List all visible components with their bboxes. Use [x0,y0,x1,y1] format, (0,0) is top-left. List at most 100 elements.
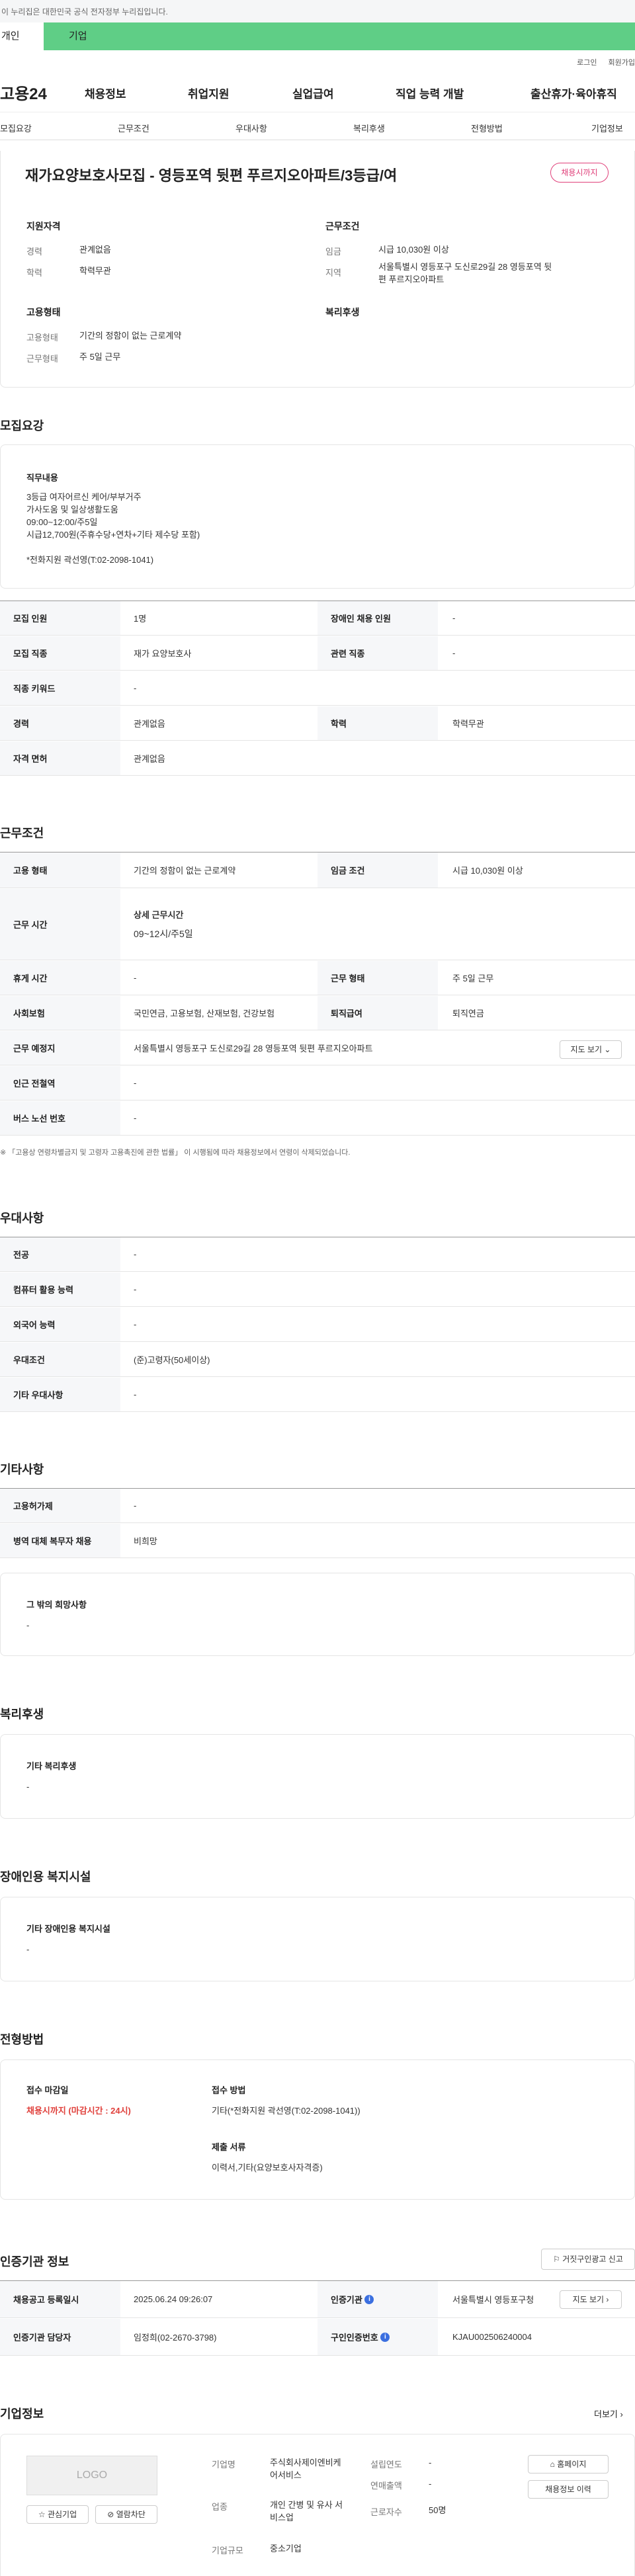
row-header: 휴게 시간 [0,961,120,995]
section-company-title: 기업정보 [0,2407,44,2421]
table-row: 외국어 능력 - [0,1308,635,1342]
staff-value: 50명 [429,2505,446,2515]
section-recruit-title: 모집요강 [0,419,44,433]
job-desc-line: 가사도움 및 일상생활도움 [26,505,118,515]
job-desc-line [26,541,200,554]
row-header: 고용허가제 [0,1489,120,1522]
table-row: 전공 - [0,1237,635,1272]
map-button[interactable]: 지도 보기 ⌄ [560,1040,622,1059]
region-value: 서울특별시 영등포구 도신로29길 28 영등포역 뒷편 푸르지오아파트 [378,262,552,284]
gnb-item-jobs[interactable]: 채용정보 [85,85,126,101]
cond-title: 근무조건 [325,221,360,231]
gnb-item-training[interactable]: 직업 능력 개발 [396,85,464,101]
job-title: 재가요양보호사모집 - 영등포역 뒷편 푸르지오아파트/3등급/여 [25,167,398,184]
table-row: 기타 우대사항 - [0,1378,635,1412]
star-icon: ☆ [38,2510,46,2519]
anchor-selection[interactable]: 전형방법 [471,122,503,134]
row-value: - [452,613,456,623]
row-header: 관련 직종 [318,636,438,670]
gnb-item-leave[interactable]: 출산휴가·육아휴직 [530,85,617,101]
gnb-item-support[interactable]: 취업지원 [188,85,230,101]
home-icon: ⌂ [550,2460,555,2469]
tab-personal[interactable]: 개인 [0,22,44,50]
interest-label: 관심기업 [47,2510,77,2519]
row-value: 비희망 [134,1536,157,1546]
row-value: - [452,648,456,658]
table-row: 사회보험 국민연금, 고용보험, 산재보험, 건강보험 퇴직급여 퇴직연금 [0,996,635,1030]
anchor-tabs: 모집요강 근무조건 우대사항 복리후생 전형방법 기업정보 [0,112,635,140]
signup-link[interactable]: 회원가입 [609,59,635,67]
gnb-item-unemployment[interactable]: 실업급여 [292,85,334,101]
row-header: 모집 인원 [0,601,120,635]
row-value: - [134,1078,137,1088]
section-pref-title: 우대사항 [0,1212,44,1225]
anchor-recruit[interactable]: 모집요강 [0,122,32,134]
industry-value: 개인 간병 및 유사 서비스업 [270,2500,343,2522]
recruit-history-button[interactable]: 채용정보 이력 [528,2480,609,2499]
welfare-card-title: 기타 복리후생 [26,1761,77,1771]
agency-map-button[interactable]: 지도 보기 › [560,2290,622,2309]
tab-company[interactable]: 기업 [69,22,87,50]
info-icon[interactable]: i [364,2294,374,2304]
table-row: 버스 노선 번호 - [0,1101,635,1136]
row-value: - [134,973,137,983]
job-desc-line: 3등급 여자어르신 케어/부부거주 [26,492,142,502]
row-value: 시급 10,030원 이상 [452,866,523,876]
region-label: 지역 [325,268,341,278]
company-name-label: 기업명 [212,2460,235,2470]
report-button[interactable]: ⚐ 거짓구인광고 신고 [541,2249,635,2270]
age-notice: ※ 「고용상 연령차별금지 및 고령자 고용촉진에 관한 법률」 이 시행됨에 … [0,1149,351,1157]
row-header: 장애인 채용 인원 [318,601,438,635]
row-value: 재가 요양보호사 [134,649,192,659]
block-view-button[interactable]: ⊘ 열람차단 [95,2505,157,2524]
row-value: - [134,1249,137,1259]
info-icon[interactable]: i [380,2332,390,2342]
login-link[interactable]: 로그인 [577,59,597,67]
status-badge: 채용시까지 [550,163,609,183]
other-wish-title: 그 밖의 희망사항 [26,1600,87,1610]
table-row: 모집 직종 재가 요양보호사 관련 직종 - [0,636,635,671]
selection-card [0,2059,635,2200]
row-header: 경력 [0,706,120,740]
row-value: 1명 [134,614,147,624]
row-header: 구인인증번호 i [318,2319,438,2355]
interest-company-button[interactable]: ☆ 관심기업 [26,2505,89,2524]
more-link[interactable]: 더보기 › [594,2407,623,2420]
time-sub-label: 상세 근무시간 [134,910,184,920]
homepage-button[interactable]: ⌂ 홈페이지 [528,2455,609,2473]
deadline-title: 접수 마감일 [26,2085,69,2095]
other-wish-card [0,1573,635,1656]
scale-value: 중소기업 [270,2544,302,2554]
table-row: 인증기관 담당자 임정희(02-2670-3798) 구인인증번호 i KJAU0… [0,2319,635,2356]
row-value: 서울특별시 영등포구 도신로29길 28 영등포역 뒷편 푸르지오아파트 [134,1044,373,1054]
anchor-work[interactable]: 근무조건 [118,122,149,134]
row-header: 모집 직종 [0,636,120,670]
sales-value: - [429,2479,432,2489]
table-row: 컴퓨터 활용 능력 - [0,1272,635,1307]
method-title: 접수 방법 [212,2085,246,2095]
chevron-down-icon: ⌄ [604,1045,611,1054]
table-row: 근무 예정지 서울특별시 영등포구 도신로29길 28 영등포역 뒷편 푸르지오아… [0,1031,635,1065]
emptype-label: 고용형태 [26,333,58,343]
section-disability-title: 장애인용 복지시설 [0,1870,91,1884]
job-desc-body: 3등급 여자어르신 케어/부부거주 가사도움 및 일상생활도움 09:00~12… [26,491,200,566]
anchor-welfare[interactable]: 복리후생 [353,122,385,134]
agency-map-button-label: 지도 보기 [572,2295,605,2304]
deadline-value: 채용시까지 (마감시간 : 24시) [26,2106,131,2116]
more-link-label: 더보기 [594,2409,618,2419]
disability-card [0,1897,635,1981]
workform-value: 주 5일 근무 [79,352,121,362]
row-header: 인증기관 담당자 [0,2319,120,2355]
row-header: 퇴직급여 [318,996,438,1030]
cert-no-header-label: 구인인증번호 [331,2333,378,2343]
site-logo[interactable]: 고용24 [0,81,47,104]
table-row: 병역 대체 복무자 채용 비희망 [0,1524,635,1558]
emp-title: 고용형태 [26,307,61,317]
row-header: 인증기관 i [318,2281,438,2317]
other-wish-value: - [26,1620,30,1630]
row-header: 전공 [0,1237,120,1271]
anchor-pref[interactable]: 우대사항 [235,122,267,134]
time-value: 09~12시/주5일 [134,929,193,939]
anchor-company[interactable]: 기업정보 [591,122,623,134]
row-value: 2025.06.24 09:26:07 [134,2294,213,2304]
